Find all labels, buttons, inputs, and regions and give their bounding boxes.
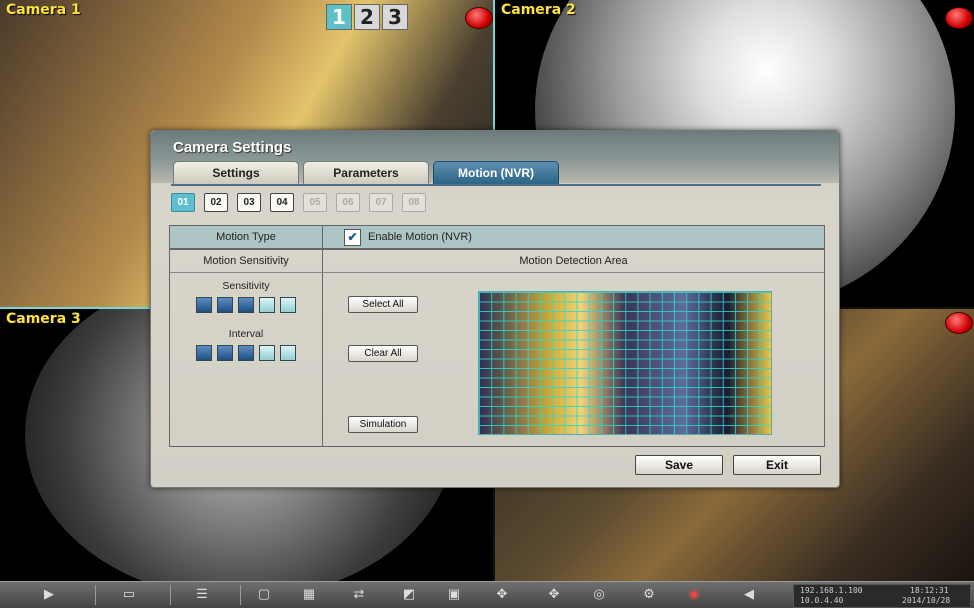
film-icon[interactable]: ▭ [120, 587, 138, 601]
sensitivity-label: Sensitivity [222, 280, 270, 292]
split-screen-icon[interactable]: ▦ [300, 587, 318, 601]
channel-button-06: 06 [336, 193, 360, 212]
level-segment[interactable] [238, 345, 254, 361]
sensitivity-slider[interactable] [196, 297, 296, 313]
motion-detection-area-image[interactable] [478, 291, 772, 435]
level-segment[interactable] [259, 297, 275, 313]
snapshot-icon[interactable]: ▣ [445, 587, 463, 601]
dialog-title: Camera Settings [173, 139, 292, 156]
motion-type-label: Motion Type [170, 226, 323, 248]
status-panel: 192.168.1.100 10.0.4.40 18:12:31 2014/10… [793, 584, 971, 608]
channel-button-04[interactable]: 04 [270, 193, 294, 212]
layout-button-1[interactable]: 1 [326, 4, 352, 30]
level-segment[interactable] [280, 345, 296, 361]
motion-sensitivity-header: Motion Sensitivity [203, 255, 289, 267]
clock-time: 18:12:31 [910, 586, 949, 595]
camera-3-label: Camera 3 [6, 311, 81, 327]
audio-icon[interactable]: ◀ [740, 587, 758, 601]
motion-detection-area-header: Motion Detection Area [519, 255, 628, 267]
playback-icon[interactable]: ▶ [40, 587, 58, 601]
tab-motion-nvr[interactable]: Motion (NVR) [433, 161, 559, 185]
enable-motion-label: Enable Motion (NVR) [368, 231, 472, 243]
record-icon[interactable] [945, 7, 973, 29]
camera-settings-dialog: Camera Settings Settings Parameters Moti… [150, 130, 840, 488]
level-segment[interactable] [259, 345, 275, 361]
layout-selector: 1 2 3 [326, 4, 408, 30]
ip-address-2: 10.0.4.40 [800, 596, 844, 605]
channel-button-03[interactable]: 03 [237, 193, 261, 212]
motion-type-row: Motion Type ✔ Enable Motion (NVR) [169, 225, 825, 249]
record-icon[interactable] [945, 312, 973, 334]
channel-button-07: 07 [369, 193, 393, 212]
channel-button-08: 08 [402, 193, 426, 212]
level-segment[interactable] [238, 297, 254, 313]
ptz-icon[interactable]: ✥ [493, 587, 511, 601]
layout-button-2[interactable]: 2 [354, 4, 380, 30]
record-icon[interactable]: ◉ [685, 587, 703, 601]
motion-grid[interactable] [479, 292, 771, 434]
record-icon[interactable] [465, 7, 493, 29]
ptz-move-icon[interactable]: ✥ [545, 587, 563, 601]
clock-date: 2014/10/28 [902, 596, 951, 605]
interval-slider[interactable] [196, 345, 296, 361]
level-segment[interactable] [196, 297, 212, 313]
channel-button-05: 05 [303, 193, 327, 212]
sequence-icon[interactable]: ⇄ [350, 587, 368, 601]
interval-label: Interval [228, 328, 264, 340]
camera-2-label: Camera 2 [501, 2, 576, 18]
select-all-button[interactable]: Select All [348, 296, 418, 313]
camera-1-label: Camera 1 [6, 2, 81, 18]
level-segment[interactable] [217, 345, 233, 361]
enable-motion-checkbox[interactable]: ✔ [344, 229, 361, 246]
ip-address-1: 192.168.1.100 [800, 586, 863, 595]
disc-icon[interactable]: ◎ [590, 587, 608, 601]
tab-settings[interactable]: Settings [173, 161, 299, 185]
exit-button[interactable]: Exit [733, 455, 821, 475]
monitor-icon[interactable]: ▢ [255, 587, 273, 601]
channel-button-01[interactable]: 01 [171, 193, 195, 212]
pip-icon[interactable]: ◩ [400, 587, 418, 601]
level-segment[interactable] [196, 345, 212, 361]
taskbar: ▶ ▭ ☰ ▢ ▦ ⇄ ◩ ▣ ✥ ✥ ◎ ⚙ ◉ ◀ 192.168.1.10… [0, 581, 974, 608]
menu-icon[interactable]: ☰ [193, 587, 211, 601]
channel-button-02[interactable]: 02 [204, 193, 228, 212]
clear-all-button[interactable]: Clear All [348, 345, 418, 362]
level-segment[interactable] [217, 297, 233, 313]
level-segment[interactable] [280, 297, 296, 313]
tab-divider [171, 184, 821, 186]
tab-parameters[interactable]: Parameters [303, 161, 429, 185]
motion-settings-panel: Motion Sensitivity Motion Detection Area… [169, 249, 825, 447]
layout-button-3[interactable]: 3 [382, 4, 408, 30]
settings-icon[interactable]: ⚙ [640, 587, 658, 601]
save-button[interactable]: Save [635, 455, 723, 475]
simulation-button[interactable]: Simulation [348, 416, 418, 433]
